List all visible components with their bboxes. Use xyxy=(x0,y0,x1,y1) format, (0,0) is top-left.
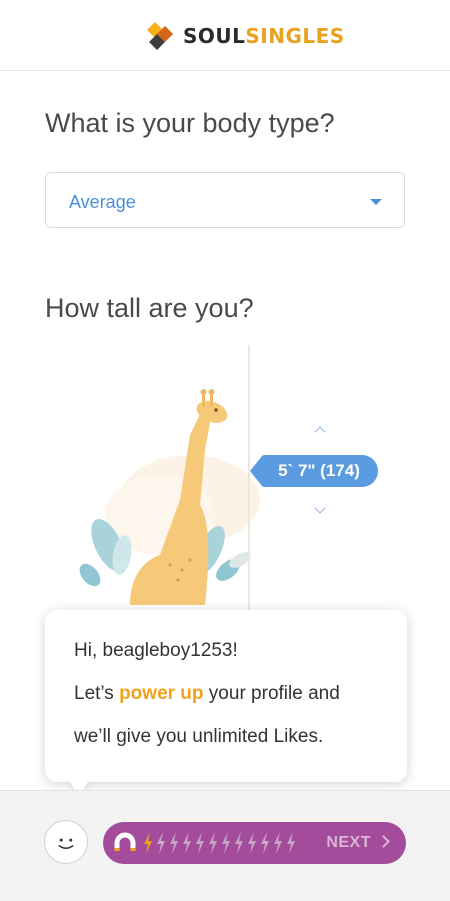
bolt-icon xyxy=(170,832,178,854)
height-question: How tall are you? xyxy=(45,293,254,323)
bubble-greeting: Hi, beagleboy1253! xyxy=(74,640,238,661)
brand-wordmark: SOULSINGLES xyxy=(183,20,345,52)
bolt-icon xyxy=(222,832,230,854)
next-label: NEXT xyxy=(326,834,371,851)
bubble-line-3: we’ll give you unlimited Likes. xyxy=(74,726,324,747)
brand-singles: SINGLES xyxy=(245,24,345,48)
assistant-avatar[interactable] xyxy=(44,820,88,864)
bolt-icon xyxy=(144,832,152,854)
body-type-value: Average xyxy=(69,192,136,212)
brand-soul: SOUL xyxy=(183,24,246,48)
chevron-right-icon xyxy=(377,835,390,848)
app-header: SOULSINGLES xyxy=(0,0,450,71)
bolt-icon xyxy=(235,832,243,854)
height-ruler xyxy=(248,345,250,610)
body-type-question: What is your body type? xyxy=(45,108,335,138)
bolt-icon xyxy=(209,832,217,854)
chevron-up-icon[interactable] xyxy=(313,424,327,438)
chevron-down-icon[interactable] xyxy=(313,502,327,517)
bolt-icon xyxy=(196,832,204,854)
bolt-icon xyxy=(248,832,256,854)
bubble-line2-post: your profile and xyxy=(203,683,340,704)
profile-progress-bar[interactable]: NEXT xyxy=(103,822,406,864)
logo-mark-icon xyxy=(147,22,173,50)
bubble-line-2: Let’s power up your profile and xyxy=(74,683,340,705)
chevron-down-icon xyxy=(370,199,382,205)
height-value-badge[interactable]: 5` 7" (174) xyxy=(250,455,378,487)
body-type-select[interactable]: Average xyxy=(45,172,405,228)
bubble-line2-pre: Let’s xyxy=(74,683,120,704)
bolt-icon xyxy=(157,832,165,854)
next-button[interactable]: NEXT xyxy=(326,834,390,852)
bolt-icon xyxy=(274,832,282,854)
giraffe-illustration xyxy=(79,389,260,605)
progress-bolts xyxy=(143,831,296,855)
footer-bar: NEXT xyxy=(0,790,450,901)
bolt-icon xyxy=(183,832,191,854)
bolt-icon xyxy=(287,832,295,854)
bubble-highlight: power up xyxy=(119,683,204,704)
smiley-icon xyxy=(58,838,74,849)
height-value: 5` 7" (174) xyxy=(278,461,360,480)
brand-logo: SOULSINGLES xyxy=(145,20,345,52)
assistant-speech-bubble: Hi, beagleboy1253! Let’s power up your p… xyxy=(45,610,407,798)
magnet-icon xyxy=(114,832,136,851)
bolt-icon xyxy=(261,832,269,854)
